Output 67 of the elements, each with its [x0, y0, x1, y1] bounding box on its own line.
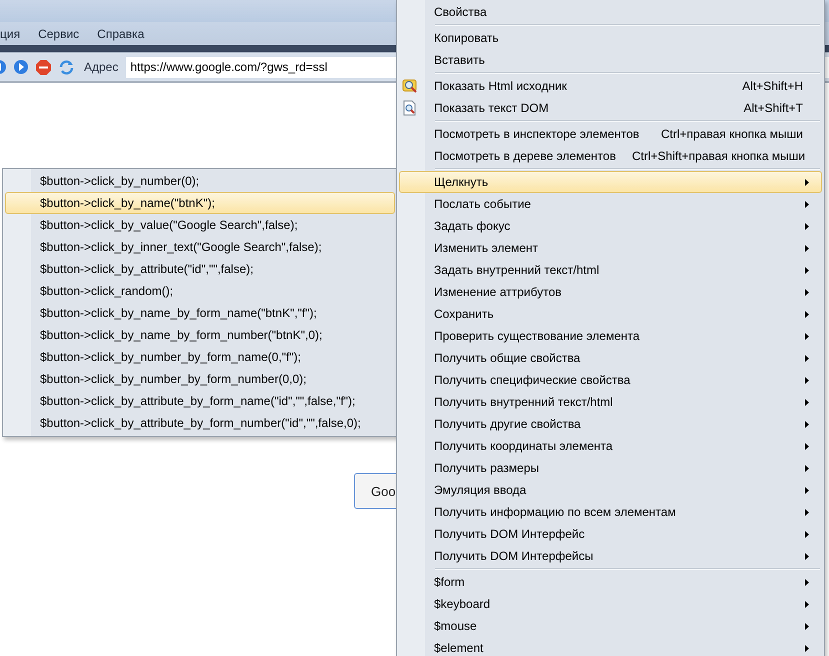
context-menu-item[interactable]: $element [399, 637, 822, 656]
submenu-item[interactable]: $button->click_by_number_by_form_name(0,"f"); [5, 346, 395, 368]
context-menu-item[interactable]: Получить специфические свойства [399, 369, 822, 391]
submenu-item[interactable]: $button->click_by_value("Google Search",false); [5, 214, 395, 236]
submenu-arrow-icon [805, 222, 809, 230]
context-menu-item[interactable]: Показать Html исходник Alt+Shift+H [399, 75, 822, 97]
refresh-icon[interactable] [59, 60, 74, 74]
context-menu-item[interactable]: Задать фокус [399, 215, 822, 237]
submenu-item[interactable]: $button->click_by_attribute_by_form_number("id","",false,0); [5, 412, 395, 434]
submenu-arrow-icon [805, 464, 809, 472]
context-menu-item[interactable]: Получить координаты элемента [399, 435, 822, 457]
context-menu-item[interactable]: Послать событие [399, 193, 822, 215]
context-menu-item[interactable]: Получить DOM Интерфейсы [399, 545, 822, 567]
context-menu-item[interactable]: Сохранить [399, 303, 822, 325]
context-menu-item[interactable]: $mouse [399, 615, 822, 637]
document-magnifier-icon [402, 100, 418, 116]
menu-item[interactable]: Сервис [38, 26, 92, 40]
submenu-arrow-icon [805, 552, 809, 560]
context-menu-item[interactable]: $form [399, 571, 822, 593]
context-menu-item[interactable]: Изменение аттрибутов [399, 281, 822, 303]
submenu-item[interactable]: $button->click_by_attribute("id","",false); [5, 258, 395, 280]
submenu-arrow-icon [805, 600, 809, 608]
submenu-arrow-icon [805, 354, 809, 362]
submenu-arrow-icon [805, 332, 809, 340]
submenu-arrow-icon [805, 178, 809, 186]
context-menu-item[interactable]: Изменить элемент [399, 237, 822, 259]
context-menu-item[interactable]: Получить другие свойства [399, 413, 822, 435]
address-label: Адрес [84, 60, 118, 74]
submenu-item[interactable]: $button->click_by_name_by_form_number("btnK",0); [5, 324, 395, 346]
context-menu-item[interactable]: Получить DOM Интерфейс [399, 523, 822, 545]
stop-icon[interactable] [36, 60, 51, 74]
submenu-item[interactable]: $button->click_by_name_by_form_name("btnK","f"); [5, 302, 395, 324]
context-menu-item[interactable]: Вставить [399, 49, 822, 71]
menu-item[interactable]: Справка [97, 26, 156, 40]
submenu-arrow-icon [805, 530, 809, 538]
context-menu-item[interactable]: Задать внутренний текст/html [399, 259, 822, 281]
submenu-arrow-icon [805, 508, 809, 516]
menu-item[interactable]: ция [0, 26, 32, 40]
context-menu-item[interactable]: Получить общие свойства [399, 347, 822, 369]
context-menu-item[interactable]: Копировать [399, 27, 822, 49]
context-menu-item[interactable]: Посмотреть в инспекторе элементов Ctrl+правая кнопка мыши [399, 123, 822, 145]
submenu-arrow-icon [805, 244, 809, 252]
magnifier-icon [402, 78, 418, 94]
context-menu-item[interactable]: Проверить существование элемента [399, 325, 822, 347]
context-menu-item[interactable]: Посмотреть в дереве элементов Ctrl+Shift+правая кнопка мыши [399, 145, 822, 167]
submenu-item[interactable]: $button->click_by_attribute_by_form_name("id","",false,"f"); [5, 390, 395, 412]
submenu-arrow-icon [805, 486, 809, 494]
context-menu-item[interactable]: Показать текст DOM Alt+Shift+T [399, 97, 822, 119]
submenu-arrow-icon [805, 578, 809, 586]
submenu-arrow-icon [805, 398, 809, 406]
submenu-arrow-icon [805, 644, 809, 652]
submenu-arrow-icon [805, 200, 809, 208]
context-menu-item[interactable]: Получить внутренний текст/html [399, 391, 822, 413]
submenu-arrow-icon [805, 622, 809, 630]
submenu-item[interactable]: $button->click_by_name("btnK"); [5, 192, 395, 214]
submenu-arrow-icon [805, 376, 809, 384]
submenu-item[interactable]: $button->click_by_inner_text("Google Search",false); [5, 236, 395, 258]
submenu-arrow-icon [805, 288, 809, 296]
submenu-arrow-icon [805, 266, 809, 274]
submenu-arrow-icon [805, 420, 809, 428]
context-menu-item[interactable]: $keyboard [399, 593, 822, 615]
submenu-item[interactable]: $button->click_by_number(0); [5, 170, 395, 192]
submenu-item[interactable]: $button->click_random(); [5, 280, 395, 302]
submenu-arrow-icon [805, 310, 809, 318]
submenu-item[interactable]: $button->click_by_number_by_form_number(0,0); [5, 368, 395, 390]
submenu-arrow-icon [805, 442, 809, 450]
context-menu-item[interactable]: Щелкнуть [399, 171, 822, 193]
